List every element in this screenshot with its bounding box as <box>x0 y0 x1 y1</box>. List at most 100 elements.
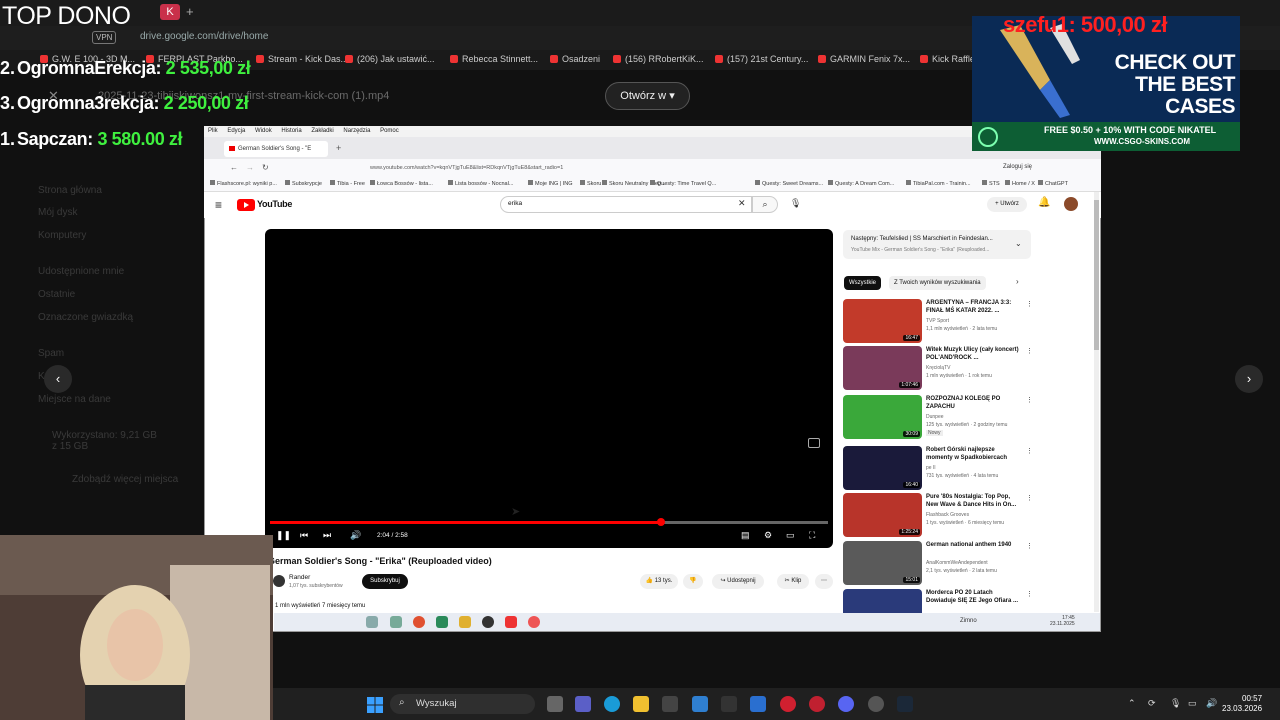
outer-bookmark-item[interactable]: Kick Raffles <box>920 54 979 64</box>
drive-more-storage-button[interactable]: Zdobądź więcej miejsca <box>72 474 178 485</box>
edge-icon[interactable] <box>604 696 620 712</box>
menu-file[interactable]: Plik <box>208 128 218 134</box>
outer-bookmark-item[interactable]: Stream - Kick Das... <box>256 54 348 64</box>
login-button[interactable]: Zaloguj się <box>1003 164 1032 170</box>
pause-icon[interactable]: ❚❚ <box>276 530 291 541</box>
outer-bookmark-item[interactable]: (156) RRobertKiK... <box>613 54 704 64</box>
store-icon[interactable] <box>662 696 678 712</box>
taskbar-search-input[interactable]: Wyszukaj <box>390 694 535 714</box>
inner-bookmark-item[interactable]: Questy: A Dream Com... <box>828 180 894 187</box>
discord-icon[interactable] <box>838 696 854 712</box>
app-icon[interactable] <box>721 696 737 712</box>
share-button[interactable]: ↪ Udostępnij <box>712 574 764 589</box>
outer-bookmark-item[interactable]: (206) Jak ustawić... <box>345 54 435 64</box>
app-blue-icon[interactable] <box>750 696 766 712</box>
mail-icon[interactable] <box>692 696 708 712</box>
reload-icon[interactable]: ↻ <box>262 163 269 172</box>
drive-nav-home[interactable]: Strona główna <box>38 185 102 196</box>
inner-chrome-icon[interactable] <box>528 616 540 628</box>
inner-brave-icon[interactable] <box>505 616 517 628</box>
inner-bookmark-item[interactable]: Flashscore.pl: wyniki p... <box>210 180 277 187</box>
video-player[interactable] <box>265 229 833 548</box>
inner-taskview-icon[interactable] <box>366 616 378 628</box>
back-arrow-icon[interactable]: ← <box>230 163 238 172</box>
recommendation-title[interactable]: German national anthem 1940 <box>926 541 1021 549</box>
recommendation-channel[interactable]: KręcioląTV <box>926 365 950 371</box>
inner-bookmark-item[interactable]: Questy: Sweet Dreams... <box>755 180 823 187</box>
next-track-icon[interactable]: ⏭ <box>323 530 331 541</box>
inner-bookmark-item[interactable]: Łowca Bossów - lista... <box>370 180 433 187</box>
recommendation-item[interactable]: 1:25:24 Pure '80s Nostalgia: Top Pop, New… <box>843 493 1033 537</box>
more-options-icon[interactable]: ⋮ <box>1026 300 1033 308</box>
menu-view[interactable]: Widok <box>255 128 272 134</box>
video-description[interactable]: 1 mln wyświetleń 7 miesięcy temu <box>275 603 365 609</box>
inner-url[interactable]: www.youtube.com/watch?v=kqnVTjgTuE8&list… <box>370 165 563 171</box>
teams-icon[interactable] <box>575 696 591 712</box>
theater-mode-icon[interactable]: ▭ <box>786 530 795 541</box>
recommendation-item[interactable]: 30:09 ROZPOZNAJ KOLEGĘ PO ZAPACHU Dunpee 12… <box>843 395 1033 439</box>
video-thumbnail[interactable] <box>843 589 922 613</box>
hamburger-menu-icon[interactable]: ≡ <box>215 198 222 212</box>
inner-bookmark-item[interactable]: STS <box>982 180 1000 187</box>
menu-history[interactable]: Historia <box>281 128 301 134</box>
inner-bookmark-item[interactable]: Subskrypcje <box>285 180 322 187</box>
scrollbar-thumb[interactable] <box>1094 200 1099 350</box>
recommendation-channel[interactable]: TVP Sport <box>926 318 949 324</box>
next-up-panel[interactable] <box>843 230 1031 259</box>
youtube-logo-icon[interactable] <box>237 199 255 211</box>
open-with-button[interactable]: Otwórz w ▾ <box>605 82 690 110</box>
drive-nav-starred[interactable]: Oznaczone gwiazdką <box>38 312 133 323</box>
recommendation-channel[interactable]: Dunpee <box>926 414 944 420</box>
clip-button[interactable]: ✂ Klip <box>777 574 809 589</box>
inner-bookmark-item[interactable]: Tibia - Free <box>330 180 365 187</box>
notifications-bell-icon[interactable]: 🔔 <box>1038 197 1050 208</box>
drive-nav-shared[interactable]: Udostępnione mnie <box>38 266 124 277</box>
chip-from-your-search[interactable]: Z Twoich wyników wyszukiwania <box>889 276 986 290</box>
outer-bookmark-item[interactable]: Osadzeni <box>550 54 600 64</box>
chip-all[interactable]: Wszystkie <box>844 276 881 290</box>
menu-tools[interactable]: Narzędzia <box>343 128 370 134</box>
outer-bookmark-item[interactable]: GARMIN Fenix 7x... <box>818 54 910 64</box>
subscribe-button[interactable]: Subskrybuj <box>362 574 408 589</box>
more-options-icon[interactable]: ⋮ <box>1026 447 1033 455</box>
channel-name[interactable]: Rander <box>289 574 310 581</box>
youtube-search-query[interactable]: erika <box>508 200 522 207</box>
opera-icon[interactable] <box>780 696 796 712</box>
volume-icon[interactable]: 🔊 <box>350 530 361 541</box>
forward-arrow-icon[interactable]: → <box>246 163 254 172</box>
inner-tab-youtube[interactable]: German Soldier's Song - "E <box>224 141 328 157</box>
inner-weather[interactable]: Zimno <box>960 618 977 624</box>
volume-icon[interactable]: 🔊 <box>1206 698 1217 709</box>
inner-media-icon[interactable] <box>482 616 494 628</box>
task-view-icon[interactable] <box>547 696 563 712</box>
recommendation-item[interactable]: 15:01 German national anthem 1940 AnalKomm… <box>843 541 1033 585</box>
drive-nav-spam[interactable]: Spam <box>38 348 64 359</box>
taskbar-clock[interactable]: 00:57 23.03.2026 <box>1222 694 1262 714</box>
tray-chevron-icon[interactable]: ⌃ <box>1128 698 1136 709</box>
inner-bookmark-item[interactable]: Moje ING | ING <box>528 180 573 187</box>
more-options-icon[interactable]: ⋮ <box>1026 542 1033 550</box>
youtube-logo-text[interactable]: YouTube <box>257 199 292 209</box>
windows-start-icon[interactable] <box>367 697 383 713</box>
inner-app-green-icon[interactable] <box>436 616 448 628</box>
create-button[interactable]: + Utwórz <box>987 197 1027 212</box>
outer-bookmark-item[interactable]: Rebecca Stinnett... <box>450 54 538 64</box>
menu-edit[interactable]: Edycja <box>227 128 245 134</box>
subtitles-icon[interactable]: ▤ <box>741 530 750 541</box>
recommendation-channel[interactable]: AnalKommWeAndependent <box>926 560 988 566</box>
inner-firefox-icon[interactable] <box>413 616 425 628</box>
outer-active-tab[interactable]: K <box>160 4 180 20</box>
app-gray-icon[interactable] <box>868 696 884 712</box>
channel-avatar[interactable] <box>273 575 285 587</box>
menu-help[interactable]: Pomoc <box>380 128 399 134</box>
recommendation-item[interactable]: Morderca PO 20 Latach Dowiaduje SIĘ ZE J… <box>843 589 1033 613</box>
outer-url[interactable]: drive.google.com/drive/home <box>140 31 268 42</box>
fullscreen-icon[interactable]: ⛶ <box>809 530 815 541</box>
inner-bookmark-item[interactable]: Skoru <box>580 180 601 187</box>
dislike-icon[interactable]: 👎 <box>683 574 703 589</box>
new-tab-button[interactable]: + <box>186 4 194 19</box>
steam-icon[interactable] <box>897 696 913 712</box>
recommendation-item[interactable]: 16:47 ARGENTYNA – FRANCJA 3:3: FINAŁ MŚ K… <box>843 299 1033 343</box>
previous-file-arrow-icon[interactable]: ‹ <box>44 365 72 393</box>
inner-bookmark-item[interactable]: TibiaPal.com - Trainin... <box>906 180 971 187</box>
